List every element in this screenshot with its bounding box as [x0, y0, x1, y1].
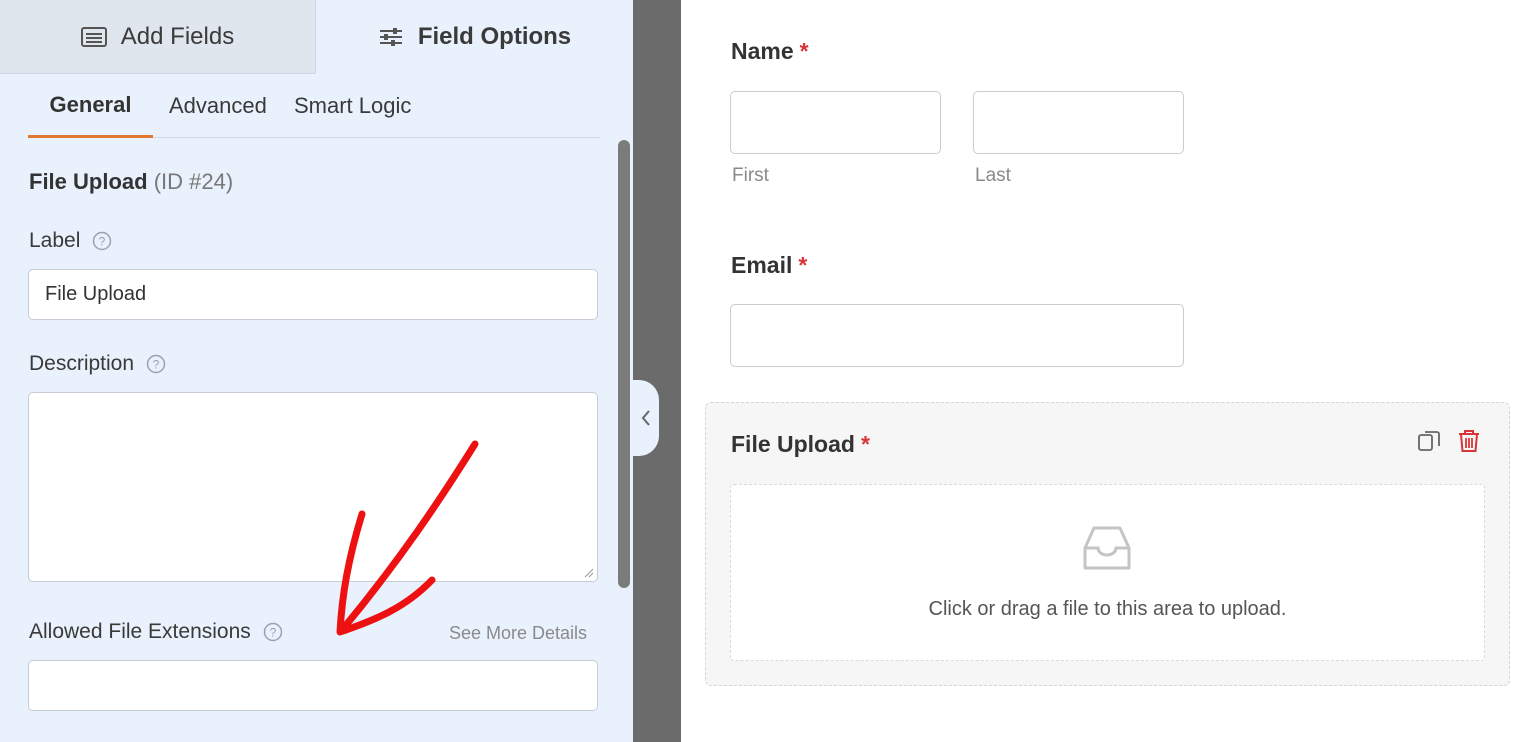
field-name: File Upload [29, 169, 148, 194]
chevron-left-icon [641, 410, 650, 426]
upload-field-label: File Upload * [731, 431, 870, 458]
collapse-panel-button[interactable] [633, 380, 659, 456]
resize-grip-icon[interactable] [584, 568, 594, 578]
tab-general[interactable]: General [28, 74, 153, 138]
required-mark: * [860, 431, 870, 457]
upload-prompt: Click or drag a file to this area to upl… [928, 598, 1287, 620]
tab-field-options[interactable]: Field Options [316, 0, 633, 74]
field-heading: File Upload (ID #24) [29, 169, 233, 195]
description-option-text: Description [29, 352, 135, 375]
description-option-label: Description ? [29, 352, 166, 376]
field-id: (ID #24) [153, 169, 234, 194]
first-name-input[interactable] [730, 91, 941, 154]
tab-advanced[interactable]: Advanced [153, 74, 294, 138]
label-input[interactable] [28, 269, 598, 320]
email-input[interactable] [730, 304, 1184, 367]
svg-text:?: ? [99, 235, 106, 249]
svg-text:?: ? [153, 358, 160, 372]
list-icon [80, 26, 107, 47]
tab-smart-logic[interactable]: Smart Logic [294, 74, 411, 138]
extensions-option-text: Allowed File Extensions [29, 620, 251, 643]
last-name-input[interactable] [973, 91, 1184, 154]
name-field-label: Name * [731, 38, 809, 65]
scrollbar-thumb[interactable] [618, 140, 630, 588]
extensions-option-label: Allowed File Extensions ? [29, 620, 283, 644]
builder-tabs: Add Fields Field Options [0, 0, 633, 74]
trash-icon[interactable] [1456, 428, 1482, 454]
svg-text:?: ? [269, 626, 276, 640]
first-sublabel: First [732, 165, 769, 186]
panel-divider [633, 0, 681, 742]
inbox-tray-icon [1083, 526, 1131, 570]
label-option-text: Label [29, 229, 81, 252]
label-option-label: Label ? [29, 229, 112, 253]
upload-label-text: File Upload [731, 431, 855, 457]
question-circle-icon[interactable]: ? [92, 231, 112, 251]
required-mark: * [798, 252, 808, 278]
tab-add-fields-label: Add Fields [120, 22, 235, 50]
sliders-icon [379, 28, 402, 46]
tab-field-options-label: Field Options [417, 23, 572, 50]
question-circle-icon[interactable]: ? [263, 622, 283, 642]
extensions-input[interactable] [28, 660, 598, 711]
name-label-text: Name [731, 38, 794, 64]
description-textarea[interactable] [28, 392, 598, 582]
duplicate-icon[interactable] [1416, 428, 1442, 454]
last-sublabel: Last [975, 165, 1011, 186]
question-circle-icon[interactable]: ? [146, 354, 166, 374]
field-options-panel: Add Fields Field Options General Advance… [0, 0, 633, 742]
upload-drop-zone[interactable] [730, 484, 1485, 661]
email-label-text: Email [731, 252, 793, 278]
email-field-label: Email * [731, 252, 807, 279]
see-more-details-link[interactable]: See More Details [449, 623, 587, 644]
required-mark: * [799, 38, 809, 64]
options-subtabs: General Advanced Smart Logic [28, 74, 600, 138]
tab-add-fields[interactable]: Add Fields [0, 0, 316, 74]
